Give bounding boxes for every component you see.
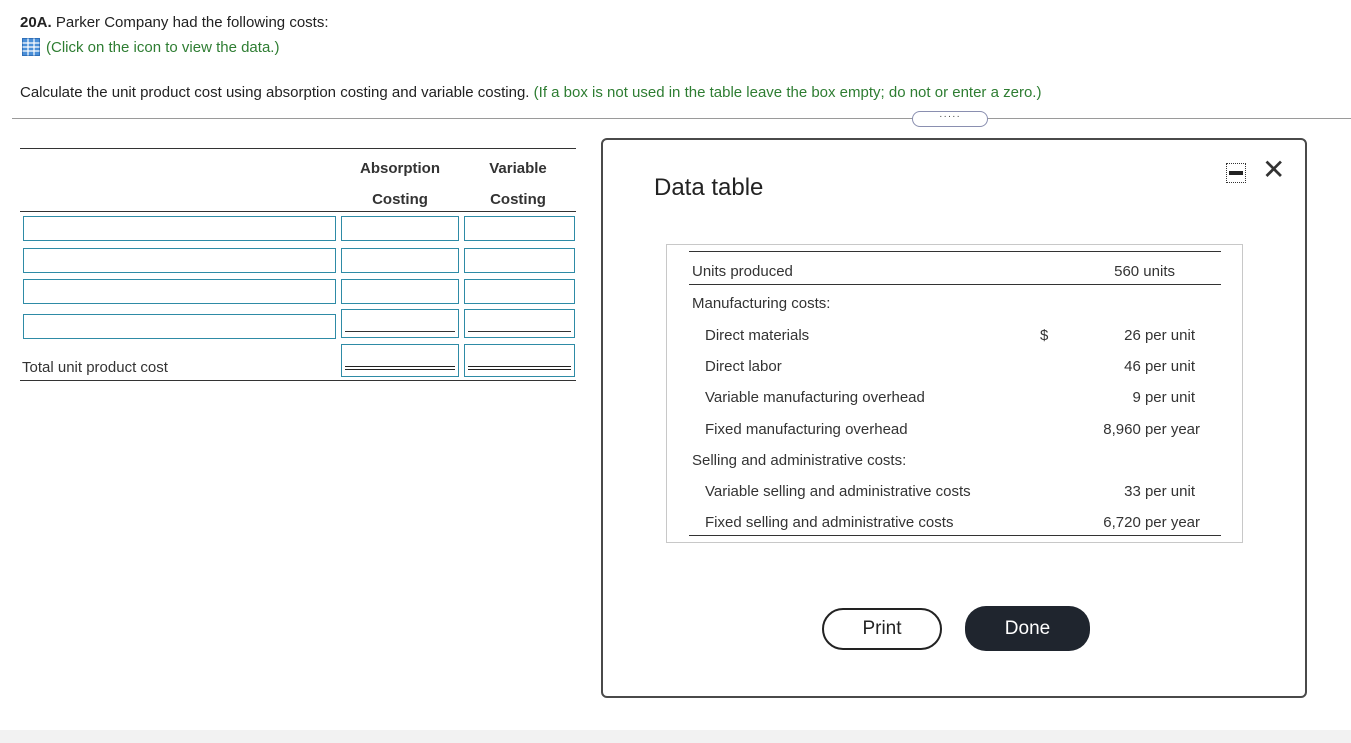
data-table-bottom-rule (689, 535, 1221, 536)
direct-materials-value: 26 per unit (1124, 327, 1195, 344)
header-bottom-border (20, 211, 576, 212)
table-top-border (20, 148, 576, 149)
absorption-header-line1: Absorption (360, 160, 440, 177)
instruction-main: Calculate the unit product cost using ab… (20, 84, 530, 101)
question-title: 20A. Parker Company had the following co… (20, 14, 329, 31)
minimize-button[interactable] (1226, 163, 1246, 183)
row1-label-input[interactable] (23, 216, 336, 241)
absorption-header-line2: Costing (372, 191, 428, 208)
variable-mfg-overhead-value: 9 per unit (1132, 389, 1195, 406)
section-divider (12, 118, 1351, 119)
dollar-sign: $ (1040, 327, 1049, 344)
row3-absorption-input[interactable] (341, 279, 459, 304)
row3-label-input[interactable] (23, 279, 336, 304)
row2-variable-input[interactable] (464, 248, 575, 273)
variable-mfg-overhead-label: Variable manufacturing overhead (705, 389, 925, 406)
direct-materials-label: Direct materials (705, 327, 810, 344)
variable-selling-admin-label: Variable selling and administrative cost… (705, 483, 971, 500)
grid-table-icon[interactable] (22, 38, 40, 56)
total-variable-double-underline (468, 366, 571, 370)
row4-absorption-input[interactable] (341, 309, 459, 338)
total-absorption-double-underline (345, 366, 455, 370)
question-text: Parker Company had the following costs: (51, 14, 329, 31)
instruction-text: Calculate the unit product cost using ab… (20, 84, 1041, 101)
fixed-mfg-overhead-value: 8,960 per year (1103, 421, 1200, 438)
data-table-top-rule (689, 251, 1221, 252)
print-button[interactable]: Print (822, 608, 942, 650)
fixed-selling-admin-label: Fixed selling and administrative costs (705, 514, 954, 531)
done-button[interactable]: Done (965, 606, 1090, 651)
variable-header-line1: Variable (489, 160, 547, 177)
row1-absorption-input[interactable] (341, 216, 459, 241)
fixed-selling-admin-value: 6,720 per year (1103, 514, 1200, 531)
row4-variable-underline (468, 331, 571, 332)
units-produced-label: Units produced (692, 263, 793, 280)
total-unit-product-cost-label: Total unit product cost (22, 359, 168, 376)
row4-absorption-underline (345, 331, 455, 332)
table-bottom-border (20, 380, 576, 381)
view-data-link[interactable]: (Click on the icon to view the data.) (22, 38, 279, 56)
row2-label-input[interactable] (23, 248, 336, 273)
fixed-mfg-overhead-label: Fixed manufacturing overhead (705, 421, 908, 438)
row1-variable-input[interactable] (464, 216, 575, 241)
row4-label-input[interactable] (23, 314, 336, 339)
expand-toggle[interactable]: ····· (912, 111, 988, 127)
variable-header-line2: Costing (490, 191, 546, 208)
variable-selling-admin-value: 33 per unit (1124, 483, 1195, 500)
close-icon[interactable]: ✕ (1262, 156, 1285, 184)
minimize-icon (1229, 171, 1243, 175)
row3-variable-input[interactable] (464, 279, 575, 304)
manufacturing-costs-header: Manufacturing costs: (692, 295, 831, 312)
row4-variable-input[interactable] (464, 309, 575, 338)
total-absorption-input[interactable] (341, 344, 459, 377)
instruction-note: (If a box is not used in the table leave… (533, 84, 1042, 101)
view-data-link-text[interactable]: (Click on the icon to view the data.) (46, 39, 279, 56)
row2-absorption-input[interactable] (341, 248, 459, 273)
direct-labor-label: Direct labor (705, 358, 782, 375)
units-rule (689, 284, 1221, 285)
total-variable-input[interactable] (464, 344, 575, 377)
direct-labor-value: 46 per unit (1124, 358, 1195, 375)
units-produced-value: 560 units (1114, 263, 1175, 280)
modal-title: Data table (654, 174, 764, 201)
question-number: 20A. (20, 14, 52, 31)
selling-admin-header: Selling and administrative costs: (692, 452, 907, 469)
footer-bar (0, 730, 1351, 743)
